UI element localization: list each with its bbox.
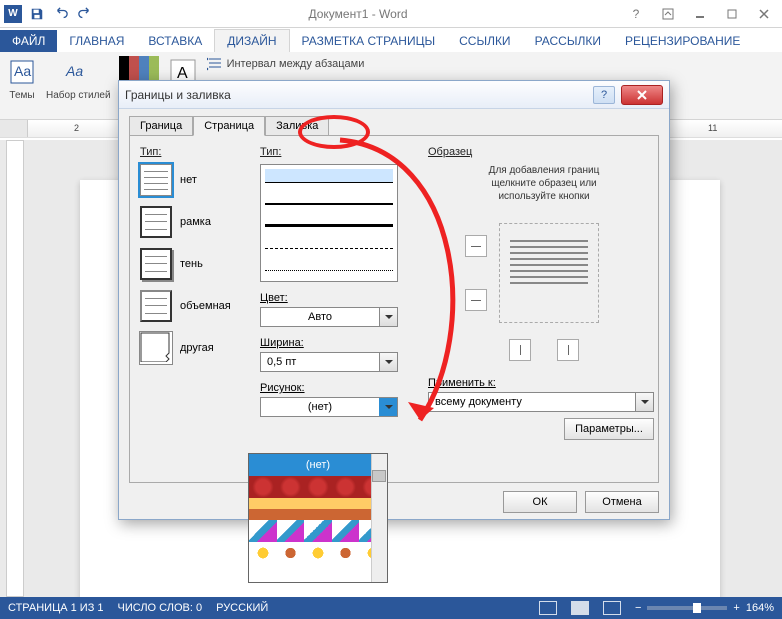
chevron-down-icon[interactable]: [379, 398, 397, 416]
ruler-vertical: [6, 140, 24, 597]
titlebar: W Документ1 - Word ?: [0, 0, 782, 28]
art-option-cake[interactable]: [249, 498, 387, 520]
tab-insert[interactable]: ВСТАВКА: [136, 30, 214, 52]
dialog-panel: Тип: нет рамка тень объемная: [129, 135, 659, 483]
edge-right-button[interactable]: [557, 339, 579, 361]
borders-shading-dialog: Границы и заливка ? Граница Страница Зал…: [118, 80, 670, 520]
width-combo[interactable]: 0,5 пт: [260, 352, 398, 372]
edge-top-button[interactable]: [465, 235, 487, 257]
zoom-out-button[interactable]: −: [635, 602, 641, 614]
art-label: Рисунок:: [260, 382, 410, 394]
view-read-button[interactable]: [539, 601, 557, 615]
tab-layout[interactable]: РАЗМЕТКА СТРАНИЦЫ: [290, 30, 448, 52]
dialog-title: Границы и заливка: [125, 88, 231, 102]
art-combo[interactable]: (нет): [260, 397, 398, 417]
maximize-button[interactable]: [718, 4, 746, 24]
preview-help: Для добавления границ щелкните образец и…: [428, 164, 660, 203]
dialog-titlebar[interactable]: Границы и заливка ?: [119, 81, 669, 109]
tab-design[interactable]: ДИЗАЙН: [214, 29, 289, 52]
color-combo[interactable]: Авто: [260, 307, 398, 327]
options-button[interactable]: Параметры...: [564, 418, 654, 440]
svg-text:Aa: Aa: [14, 63, 31, 79]
zoom-in-button[interactable]: +: [733, 602, 739, 614]
style-set-button[interactable]: Aa Набор стилей: [46, 56, 111, 101]
preview-box: [459, 213, 629, 333]
style-label: Тип:: [260, 146, 410, 158]
art-option-none[interactable]: (нет): [249, 454, 387, 476]
status-bar: СТРАНИЦА 1 ИЗ 1 ЧИСЛО СЛОВ: 0 РУССКИЙ − …: [0, 597, 782, 619]
ok-button[interactable]: ОК: [503, 491, 577, 513]
art-option-apples[interactable]: [249, 476, 387, 498]
apply-to-combo[interactable]: всему документу: [428, 392, 654, 412]
tab-home[interactable]: ГЛАВНАЯ: [57, 30, 136, 52]
paragraph-spacing-icon: [207, 56, 223, 72]
dialog-tabs: Граница Страница Заливка: [129, 115, 659, 135]
cancel-button[interactable]: Отмена: [585, 491, 659, 513]
edge-left-button[interactable]: [509, 339, 531, 361]
style-list[interactable]: [260, 164, 398, 282]
ribbon-collapse-button[interactable]: [654, 4, 682, 24]
view-web-button[interactable]: [603, 601, 621, 615]
art-dropdown[interactable]: (нет): [248, 453, 388, 583]
dialog-tab-fill[interactable]: Заливка: [265, 116, 329, 136]
width-label: Ширина:: [260, 337, 410, 349]
setting-none[interactable]: нет: [140, 164, 250, 196]
preview-label: Образец: [428, 146, 660, 158]
ribbon-tabs: ФАЙЛ ГЛАВНАЯ ВСТАВКА ДИЗАЙН РАЗМЕТКА СТР…: [0, 28, 782, 52]
chevron-down-icon[interactable]: [635, 393, 653, 411]
dialog-help-button[interactable]: ?: [593, 86, 615, 104]
edge-bottom-button[interactable]: [465, 289, 487, 311]
help-button[interactable]: ?: [622, 4, 650, 24]
chevron-down-icon[interactable]: [379, 353, 397, 371]
themes-button[interactable]: Aa Темы: [6, 56, 38, 101]
word-icon: W: [4, 5, 22, 23]
tab-references[interactable]: ССЫЛКИ: [447, 30, 522, 52]
minimize-button[interactable]: [686, 4, 714, 24]
status-words[interactable]: ЧИСЛО СЛОВ: 0: [118, 602, 203, 614]
zoom-control: − + 164%: [635, 602, 774, 614]
undo-icon[interactable]: [52, 5, 70, 23]
art-option-candy[interactable]: [249, 542, 387, 564]
status-language[interactable]: РУССКИЙ: [216, 602, 268, 614]
window-title: Документ1 - Word: [94, 7, 622, 21]
close-button[interactable]: [750, 4, 778, 24]
preview-page[interactable]: [499, 223, 599, 323]
art-option-party[interactable]: [249, 520, 387, 542]
tab-review[interactable]: РЕЦЕНЗИРОВАНИЕ: [613, 30, 752, 52]
apply-to-label: Применить к:: [428, 377, 660, 389]
dialog-tab-page[interactable]: Страница: [193, 116, 265, 136]
chevron-down-icon[interactable]: [379, 308, 397, 326]
dialog-tab-border[interactable]: Граница: [129, 116, 193, 136]
themes-label: Темы: [9, 90, 34, 101]
dropdown-scrollbar[interactable]: [371, 454, 387, 582]
redo-icon[interactable]: [76, 5, 94, 23]
color-label: Цвет:: [260, 292, 410, 304]
setting-custom[interactable]: другая: [140, 332, 250, 364]
zoom-slider[interactable]: [647, 606, 727, 610]
paragraph-spacing-button[interactable]: Интервал между абзацами: [207, 56, 365, 72]
svg-text:Aa: Aa: [65, 63, 83, 79]
status-page[interactable]: СТРАНИЦА 1 ИЗ 1: [8, 602, 104, 614]
quick-access-toolbar: [28, 5, 94, 23]
setting-shadow[interactable]: тень: [140, 248, 250, 280]
style-set-label: Набор стилей: [46, 90, 111, 101]
view-print-button[interactable]: [571, 601, 589, 615]
setting-label: Тип:: [140, 146, 250, 158]
tab-file[interactable]: ФАЙЛ: [0, 30, 57, 52]
setting-box[interactable]: рамка: [140, 206, 250, 238]
tab-mailings[interactable]: РАССЫЛКИ: [523, 30, 613, 52]
dialog-close-button[interactable]: [621, 85, 663, 105]
zoom-value[interactable]: 164%: [746, 602, 774, 614]
save-icon[interactable]: [28, 5, 46, 23]
setting-3d[interactable]: объемная: [140, 290, 250, 322]
